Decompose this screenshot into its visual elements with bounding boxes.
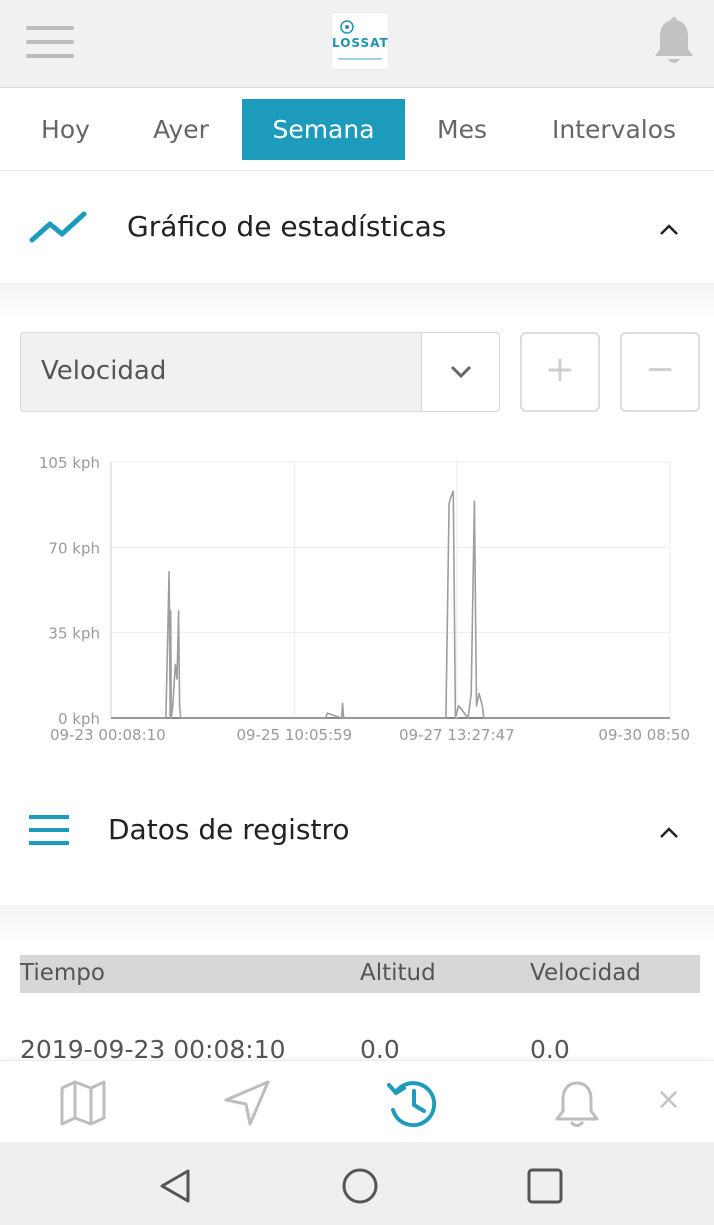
speed-series-line [111, 490, 670, 719]
bell-icon[interactable] [652, 16, 696, 68]
section-divider [0, 284, 714, 324]
minus-icon: − [644, 349, 676, 390]
logo-text: LOSSAT [332, 36, 389, 50]
hamburger-icon[interactable] [26, 26, 74, 58]
chevron-up-icon[interactable] [658, 222, 680, 236]
tab-hoy[interactable]: Hoy [18, 99, 113, 160]
x-tick-label: 09-27 13:27:47 [399, 726, 515, 744]
y-tick-label: 35 kph [48, 625, 100, 643]
close-icon[interactable]: × [656, 1085, 681, 1115]
metric-select-value: Velocidad [41, 356, 167, 386]
recents-icon[interactable] [525, 1166, 565, 1206]
metric-select[interactable]: Velocidad [20, 332, 500, 412]
section-divider [0, 905, 714, 945]
speed-chart[interactable]: 0 kph35 kph70 kph105 kph09-23 00:08:10 09… [0, 440, 714, 750]
history-icon[interactable] [386, 1076, 440, 1130]
column-header-tiempo[interactable]: Tiempo [20, 960, 105, 986]
map-icon[interactable] [58, 1078, 108, 1128]
list-icon [29, 815, 69, 845]
system-navigation-bar [0, 1142, 714, 1225]
plus-icon: + [544, 349, 576, 390]
y-tick-label: 105 kph [39, 454, 100, 472]
chevron-up-icon[interactable] [658, 825, 680, 839]
app-logo: LOSSAT [332, 13, 388, 69]
chevron-down-icon [450, 365, 472, 379]
navigation-icon[interactable] [222, 1078, 272, 1128]
zoom-in-button[interactable]: + [520, 332, 600, 412]
back-icon[interactable] [156, 1166, 196, 1206]
table-header: Tiempo Altitud Velocidad [20, 955, 700, 993]
stats-section-title: Gráfico de estadísticas [127, 210, 447, 243]
records-section-title: Datos de registro [108, 813, 350, 846]
select-dropdown-button[interactable] [422, 333, 499, 411]
tab-mes[interactable]: Mes [418, 99, 506, 160]
x-tick-label: 09-25 10:05:59 [237, 726, 353, 744]
home-icon[interactable] [340, 1166, 380, 1206]
period-tabs: Hoy Ayer Semana Mes Intervalos [0, 88, 714, 171]
zoom-out-button[interactable]: − [620, 332, 700, 412]
tab-intervalos[interactable]: Intervalos [536, 99, 692, 160]
y-tick-label: 70 kph [48, 539, 100, 557]
x-tick-label: 09-30 08:50 [598, 726, 690, 744]
tab-ayer[interactable]: Ayer [133, 99, 229, 160]
app-header: LOSSAT [0, 0, 714, 88]
column-header-altitud[interactable]: Altitud [360, 960, 436, 986]
bell-icon[interactable] [553, 1078, 601, 1130]
x-tick-label: 09-23 00:08:10 [50, 726, 166, 744]
bottom-navigation: × [0, 1060, 714, 1142]
line-chart-icon [29, 211, 87, 243]
column-header-velocidad[interactable]: Velocidad [530, 960, 641, 986]
logo-underline [338, 58, 382, 60]
tab-semana[interactable]: Semana [242, 99, 405, 160]
records-section-header[interactable]: Datos de registro [0, 775, 714, 887]
stats-section-header[interactable]: Gráfico de estadísticas [0, 172, 714, 284]
